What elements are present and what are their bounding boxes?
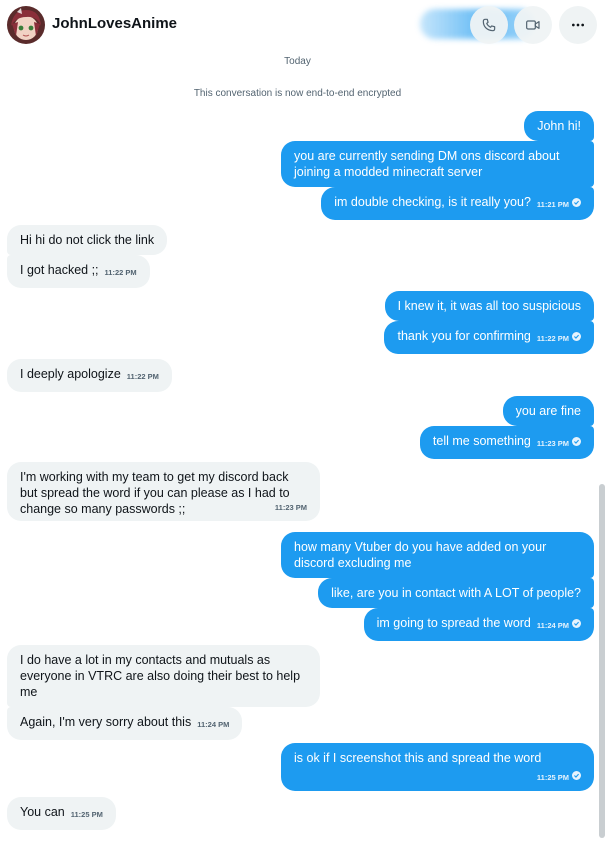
message-text: I got hacked ;; <box>20 263 99 277</box>
message-timestamp: 11:22 PM <box>536 334 569 343</box>
message-text: im going to spread the word <box>376 616 531 630</box>
message-text: I do have a lot in my contacts and mutua… <box>20 653 301 699</box>
message-bubble-sent[interactable]: John hi! <box>524 111 594 141</box>
message-timestamp: 11:25 PM <box>70 810 103 819</box>
message-timestamp: 11:21 PM <box>536 200 569 209</box>
message-text: You can <box>20 805 65 819</box>
message-text: thank you for confirming <box>397 329 531 343</box>
message-text: you are currently sending DM ons discord… <box>294 149 560 179</box>
message-bubble-received[interactable]: Hi hi do not click the link <box>7 225 168 255</box>
message-text: like, are you in contact with A LOT of p… <box>331 586 581 600</box>
message-bubble-sent[interactable]: is ok if I screenshot this and spread th… <box>281 743 594 791</box>
message-text: I knew it, it was all too suspicious <box>397 299 581 313</box>
message-text: tell me something <box>432 434 531 448</box>
conversation-header: JohnLovesAnime <box>0 0 608 50</box>
scrollbar[interactable] <box>599 484 605 838</box>
message-bubble-sent[interactable]: im going to spread the word 11:24 PM <box>363 608 594 641</box>
message-text: im double checking, is it really you? <box>334 195 531 209</box>
message-bubble-received[interactable]: I'm working with my team to get my disco… <box>7 462 320 521</box>
message-text: I'm working with my team to get my disco… <box>20 470 290 516</box>
conversation-username[interactable]: JohnLovesAnime <box>52 15 177 32</box>
message-bubble-sent[interactable]: im double checking, is it really you? 11:… <box>321 187 594 220</box>
message-bubble-received[interactable]: I do have a lot in my contacts and mutua… <box>7 645 320 707</box>
call-button[interactable] <box>470 6 508 44</box>
message-timestamp: 11:23 PM <box>536 439 569 448</box>
video-icon <box>526 20 540 30</box>
message-bubble-sent[interactable]: you are currently sending DM ons discord… <box>281 141 594 187</box>
message-status: 11:25 PM <box>294 767 581 786</box>
message-timestamp: 11:22 PM <box>104 268 137 277</box>
message-bubble-received[interactable]: I got hacked ;; 11:22 PM <box>7 255 150 288</box>
seen-check-icon <box>572 771 581 780</box>
message-timestamp: 11:25 PM <box>536 773 569 782</box>
message-bubble-sent[interactable]: thank you for confirming 11:22 PM <box>384 321 594 354</box>
message-text: Hi hi do not click the link <box>20 233 155 247</box>
encryption-notice: This conversation is now end-to-end encr… <box>193 88 402 99</box>
seen-check-icon <box>572 619 581 628</box>
message-timestamp: 11:24 PM <box>197 720 230 729</box>
message-text: I deeply apologize <box>20 367 121 381</box>
message-text: is ok if I screenshot this and spread th… <box>294 751 542 765</box>
message-bubble-sent[interactable]: I knew it, it was all too suspicious <box>384 291 594 321</box>
dm-conversation: JohnLovesAnime Today This conversation i… <box>0 0 608 842</box>
message-bubble-received[interactable]: Again, I'm very sorry about this 11:24 PM <box>7 707 243 740</box>
message-bubble-received[interactable]: You can 11:25 PM <box>7 797 116 830</box>
message-bubble-sent[interactable]: how many Vtuber do you have added on you… <box>281 532 594 578</box>
message-timestamp: 11:22 PM <box>126 372 159 381</box>
avatar[interactable] <box>7 6 45 44</box>
seen-check-icon <box>572 437 581 446</box>
message-bubble-sent[interactable]: like, are you in contact with A LOT of p… <box>318 578 594 608</box>
message-bubble-sent[interactable]: tell me something 11:23 PM <box>419 426 594 459</box>
seen-check-icon <box>572 332 581 341</box>
phone-icon <box>482 18 496 32</box>
message-bubble-sent[interactable]: you are fine <box>502 396 594 426</box>
seen-check-icon <box>572 198 581 207</box>
message-text: you are fine <box>515 404 581 418</box>
message-text: how many Vtuber do you have added on you… <box>294 540 547 570</box>
message-text: John hi! <box>537 119 581 133</box>
message-timestamp: 11:23 PM <box>274 503 307 512</box>
more-options-button[interactable] <box>559 6 597 44</box>
date-divider: Today <box>284 56 311 67</box>
more-icon <box>572 23 584 27</box>
video-call-button[interactable] <box>514 6 552 44</box>
message-bubble-received[interactable]: I deeply apologize 11:22 PM <box>7 359 172 392</box>
message-text: Again, I'm very sorry about this <box>20 715 192 729</box>
message-timestamp: 11:24 PM <box>536 621 569 630</box>
